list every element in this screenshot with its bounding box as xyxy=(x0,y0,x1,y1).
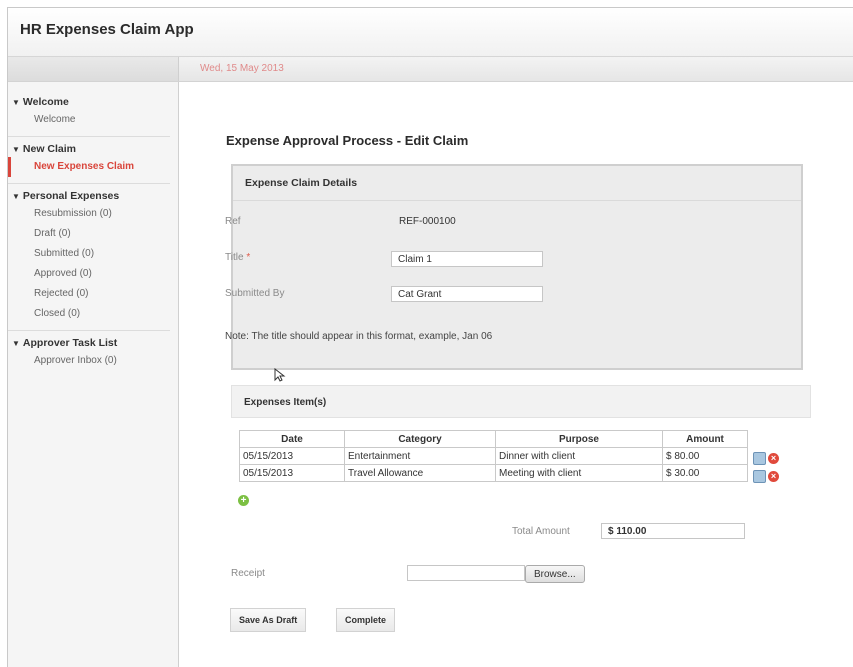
cell-date: 05/15/2013 xyxy=(239,447,345,465)
caret-down-icon: ▼ xyxy=(12,98,20,107)
cell-amount: $ 80.00 xyxy=(662,447,748,465)
sidebar-item-rejected[interactable]: Rejected (0) xyxy=(8,284,178,304)
sidebar-item-resubmission[interactable]: Resubmission (0) xyxy=(8,204,178,224)
claim-details-title: Expense Claim Details xyxy=(245,177,358,189)
table-row[interactable]: 05/15/2013 Entertainment Dinner with cli… xyxy=(239,447,748,465)
caret-down-icon: ▼ xyxy=(12,192,20,201)
title-format-note: Note: The title should appear in this fo… xyxy=(225,331,493,342)
total-amount-field[interactable] xyxy=(601,523,745,539)
nav-group-header[interactable]: ▼ New Claim xyxy=(8,141,178,157)
expense-items-header: Expenses Item(s) xyxy=(231,385,811,418)
current-date: Wed, 15 May 2013 xyxy=(200,63,284,74)
submitted-by-label: Submitted By xyxy=(225,288,285,299)
sidebar-header-strip xyxy=(8,57,179,81)
sidebar-item-welcome[interactable]: Welcome xyxy=(8,110,178,130)
sidebar-item-closed[interactable]: Closed (0) xyxy=(8,304,178,324)
column-header-amount[interactable]: Amount xyxy=(662,430,748,448)
table-row[interactable]: 05/15/2013 Travel Allowance Meeting with… xyxy=(239,464,748,482)
nav-group-header[interactable]: ▼ Approver Task List xyxy=(8,335,178,351)
nav-group-personal-expenses: ▼ Personal Expenses Resubmission (0) Draf… xyxy=(8,188,178,324)
nav-group-new-claim: ▼ New Claim New Expenses Claim xyxy=(8,141,178,177)
nav-group-approver: ▼ Approver Task List Approver Inbox (0) xyxy=(8,335,178,371)
table-header-row: Date Category Purpose Amount xyxy=(239,430,748,448)
column-header-category[interactable]: Category xyxy=(344,430,496,448)
receipt-file-input[interactable] xyxy=(407,565,525,581)
total-amount-label: Total Amount xyxy=(512,526,570,537)
column-header-purpose[interactable]: Purpose xyxy=(495,430,663,448)
nav-group-label: Personal Expenses xyxy=(22,190,120,202)
caret-down-icon: ▼ xyxy=(12,339,20,348)
required-mark: * xyxy=(246,252,251,263)
cell-category: Entertainment xyxy=(344,447,496,465)
claim-details-header: Expense Claim Details xyxy=(233,166,801,201)
expense-items-table: Date Category Purpose Amount 05/15/2013 … xyxy=(239,430,748,482)
sidebar-item-approved[interactable]: Approved (0) xyxy=(8,264,178,284)
sidebar-item-new-expenses-claim[interactable]: New Expenses Claim xyxy=(8,157,178,177)
nav-group-header[interactable]: ▼ Welcome xyxy=(8,94,178,110)
caret-down-icon: ▼ xyxy=(12,145,20,154)
divider xyxy=(8,136,170,137)
app-header: HR Expenses Claim App xyxy=(8,8,853,57)
edit-icon[interactable] xyxy=(753,452,766,465)
page-title: Expense Approval Process - Edit Claim xyxy=(226,133,469,148)
date-bar: Wed, 15 May 2013 xyxy=(8,57,853,82)
mouse-cursor-icon xyxy=(274,368,286,382)
sidebar-item-submitted[interactable]: Submitted (0) xyxy=(8,244,178,264)
ref-label: Ref xyxy=(225,216,241,227)
nav-group-label: Approver Task List xyxy=(22,337,118,349)
browse-button[interactable]: Browse... xyxy=(525,565,585,583)
column-header-date[interactable]: Date xyxy=(239,430,345,448)
sidebar-item-draft[interactable]: Draft (0) xyxy=(8,224,178,244)
save-as-draft-button[interactable]: Save As Draft xyxy=(230,608,307,632)
main-content: Expense Approval Process - Edit Claim Ex… xyxy=(179,82,853,667)
nav-group-label: Welcome xyxy=(22,96,69,108)
row-actions: × xyxy=(753,470,779,483)
edit-icon[interactable] xyxy=(753,470,766,483)
delete-icon[interactable]: × xyxy=(768,471,779,482)
title-input[interactable] xyxy=(391,251,543,267)
add-item-icon[interactable]: + xyxy=(238,495,249,506)
row-actions: × xyxy=(753,452,779,465)
cell-date: 05/15/2013 xyxy=(239,464,345,482)
delete-icon[interactable]: × xyxy=(768,453,779,464)
cell-purpose: Meeting with client xyxy=(495,464,663,482)
divider xyxy=(8,183,170,184)
cell-purpose: Dinner with client xyxy=(495,447,663,465)
app-window: HR Expenses Claim App Wed, 15 May 2013 ▼… xyxy=(7,7,853,667)
cell-amount: $ 30.00 xyxy=(662,464,748,482)
submitted-by-input[interactable] xyxy=(391,286,543,302)
nav-group-header[interactable]: ▼ Personal Expenses xyxy=(8,188,178,204)
title-label: Title * xyxy=(225,252,250,263)
complete-button[interactable]: Complete xyxy=(336,608,396,632)
claim-details-panel: Expense Claim Details Ref REF-000100 Tit… xyxy=(225,164,803,370)
sidebar-item-approver-inbox[interactable]: Approver Inbox (0) xyxy=(8,351,178,371)
ref-value: REF-000100 xyxy=(399,216,456,227)
receipt-label: Receipt xyxy=(231,568,265,579)
cell-category: Travel Allowance xyxy=(344,464,496,482)
app-title: HR Expenses Claim App xyxy=(20,21,194,38)
nav-group-label: New Claim xyxy=(22,143,77,155)
sidebar: ▼ Welcome Welcome ▼ New Claim New Expenses… xyxy=(8,82,179,667)
expense-items-title: Expenses Item(s) xyxy=(244,397,327,408)
title-label-text: Title xyxy=(225,252,244,263)
nav-group-welcome: ▼ Welcome Welcome xyxy=(8,94,178,130)
divider xyxy=(8,330,170,331)
